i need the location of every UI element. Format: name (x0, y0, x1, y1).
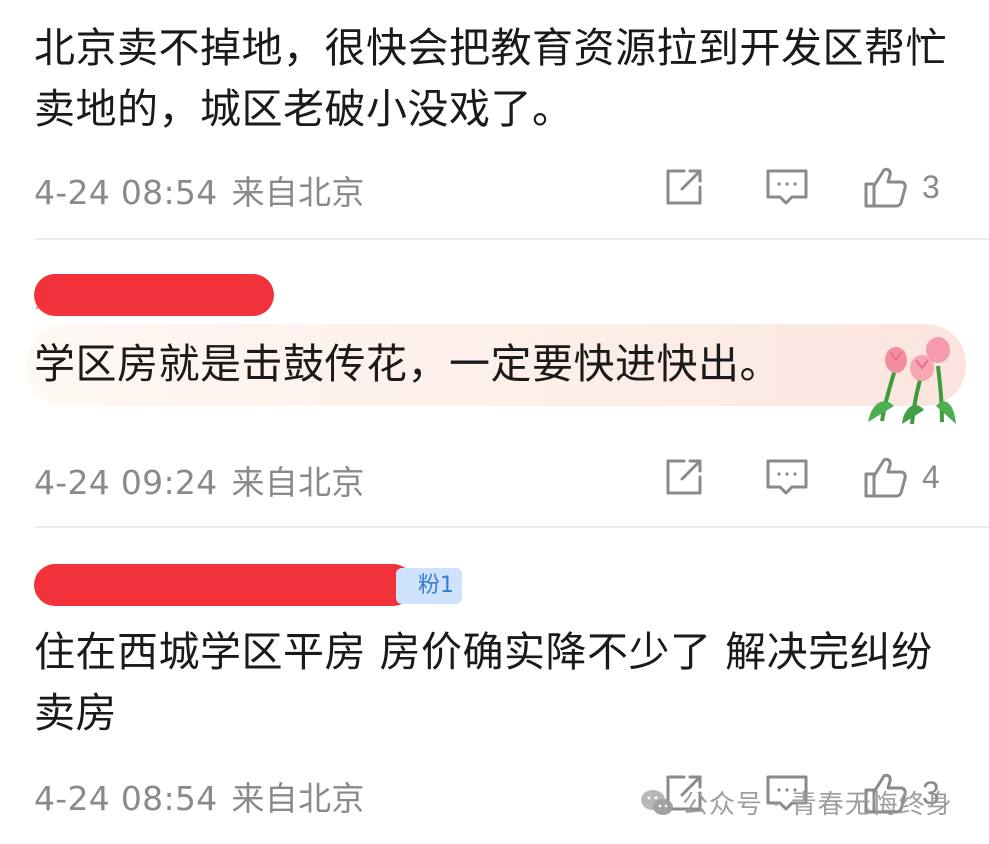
comment-location: 来自北京 (231, 779, 365, 818)
watermark: 公众号 · 青春无悔终身 (640, 784, 953, 821)
wechat-icon (641, 789, 673, 815)
reply-button[interactable] (764, 162, 810, 212)
comment-icon (766, 459, 808, 495)
like-count: 3 (922, 168, 940, 205)
comment-time: 4-24 09:24 (34, 463, 218, 502)
tulip-sticker-icon (868, 337, 956, 425)
comment-meta: 4-24 08:54 来自北京 (34, 166, 365, 214)
comment-meta: 4-24 08:54 来自北京 (34, 772, 365, 820)
comment-icon (766, 169, 808, 205)
comment-text: 北京卖不掉地，很快会把教育资源拉到开发区帮忙卖地的，城区老破小没戏了。 (34, 24, 947, 133)
thumbs-up-icon (864, 167, 907, 208)
share-button[interactable] (662, 452, 706, 502)
like-button[interactable]: 4 (862, 452, 940, 502)
reply-button[interactable] (764, 452, 810, 502)
comment-actions: 3 (662, 162, 962, 212)
username-redaction (34, 274, 274, 316)
comment-location: 来自北京 (231, 173, 365, 212)
thumbs-up-icon (864, 457, 907, 498)
comment-meta: 4-24 09:24 来自北京 (34, 456, 365, 504)
comment-time: 4-24 08:54 (34, 779, 218, 818)
comment-item: 熊 学区房就是击鼓传花，一定要快进快出。 4-24 09:24来自北京 (0, 240, 989, 526)
comment-time: 4-24 08:54 (34, 173, 218, 212)
share-button[interactable] (662, 162, 706, 212)
like-count: 4 (922, 458, 940, 495)
watermark-text: 公众号 · 青春无悔终身 (682, 790, 953, 820)
share-icon (666, 169, 702, 205)
comment-actions: 4 (662, 452, 962, 502)
comment-location: 来自北京 (231, 463, 365, 502)
username-redaction (34, 564, 414, 606)
comment-text: 学区房就是击鼓传花，一定要快进快出。 (34, 340, 781, 388)
comment-text: 住在西城学区平房 房价确实降不少了 解决完纠纷 卖房 (34, 628, 933, 737)
fan-badge: 粉1 (396, 568, 462, 604)
comment-item: 北京卖不掉地，很快会把教育资源拉到开发区帮忙卖地的，城区老破小没戏了。 4-24… (0, 0, 989, 238)
like-button[interactable]: 3 (862, 162, 940, 212)
share-icon (666, 459, 702, 495)
